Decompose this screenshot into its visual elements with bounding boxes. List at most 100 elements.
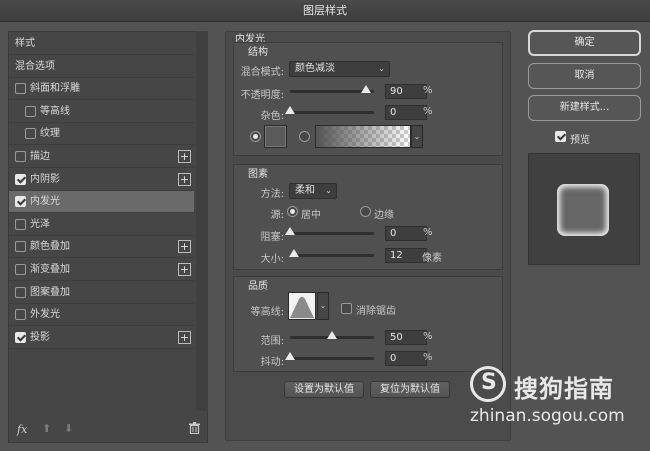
jitter-label: 抖动: [260, 357, 284, 368]
style-list-item[interactable]: 光泽 [9, 214, 194, 236]
move-down-icon[interactable]: ⬇ [64, 422, 73, 435]
technique-value: 柔和 [295, 185, 315, 196]
opacity-label: 不透明度: [240, 90, 284, 101]
noise-unit: % [423, 106, 433, 117]
ok-button[interactable]: 确定 [528, 30, 641, 56]
choke-slider-thumb[interactable] [285, 227, 295, 235]
source-center-radio[interactable] [287, 206, 298, 217]
style-list-item[interactable]: 图案叠加 [9, 282, 194, 304]
range-unit: % [423, 331, 433, 342]
watermark-url: zhinan.sogou.com [470, 406, 625, 426]
gradient-chevron-icon[interactable]: ⌄ [411, 125, 423, 148]
size-slider[interactable] [290, 254, 374, 257]
move-up-icon[interactable]: ⬆ [42, 422, 51, 435]
opacity-unit: % [423, 85, 433, 96]
style-list-item[interactable]: 外发光 [9, 304, 194, 327]
style-list-label: 内发光 [30, 196, 60, 208]
watermark: S 搜狗指南 zhinan.sogou.com [470, 366, 650, 436]
solid-color-radio[interactable] [250, 131, 261, 142]
style-list-item[interactable]: 投影 + [9, 327, 194, 349]
jitter-input[interactable]: 0 [385, 351, 427, 366]
styles-list: 样式混合选项斜面和浮雕 等高线纹理描边 + 内阴影 + 内发光光泽颜色叠加 + 渐变叠加 + 图案… [8, 31, 208, 443]
sogou-logo-icon: S [470, 366, 506, 402]
style-list-label: 渐变叠加 [30, 264, 70, 275]
structure-header: 结构 [248, 47, 268, 58]
add-style-plus-icon[interactable]: + [178, 150, 191, 163]
new-style-button[interactable]: 新建样式... [528, 95, 641, 121]
style-list-label: 投影 [30, 331, 50, 343]
size-slider-thumb[interactable] [289, 249, 300, 257]
glow-color-swatch[interactable] [264, 125, 287, 148]
style-list-item[interactable]: 等高线 [9, 101, 194, 123]
size-unit: 像素 [422, 253, 442, 264]
style-checkbox[interactable] [15, 286, 26, 298]
chevron-down-icon: ⌄ [378, 64, 385, 73]
style-checkbox[interactable] [15, 331, 26, 343]
style-list-label: 光泽 [30, 218, 50, 230]
glow-gradient-picker[interactable] [315, 125, 411, 148]
style-checkbox[interactable] [25, 128, 36, 140]
add-style-plus-icon[interactable]: + [178, 330, 191, 344]
style-checkbox[interactable] [25, 105, 36, 117]
range-input[interactable]: 50 [385, 330, 427, 345]
opacity-slider-thumb[interactable] [360, 85, 371, 93]
style-list-item[interactable]: 纹理 [9, 123, 194, 146]
noise-slider[interactable] [290, 111, 374, 114]
reset-default-button[interactable]: 复位为默认值 [370, 381, 450, 398]
style-list-item[interactable]: 样式 [9, 33, 194, 55]
style-list-item[interactable]: 混合选项 [9, 56, 194, 78]
add-style-plus-icon[interactable]: + [178, 263, 191, 276]
add-style-plus-icon[interactable]: + [178, 240, 191, 254]
style-list-label: 内阴影 [30, 173, 60, 185]
blend-mode-select[interactable]: 颜色减淡 ⌄ [289, 61, 390, 77]
style-checkbox[interactable] [15, 173, 26, 185]
contour-preview-icon[interactable] [288, 292, 316, 320]
make-default-button[interactable]: 设置为默认值 [284, 381, 364, 398]
trash-icon[interactable] [189, 422, 200, 434]
range-label: 范围: [260, 336, 284, 347]
list-bottom-bar: fx ⬆ ⬇ [8, 418, 208, 443]
source-edge-radio[interactable] [360, 206, 371, 217]
style-checkbox[interactable] [15, 264, 26, 275]
style-list-item[interactable]: 描边 + [9, 146, 194, 168]
jitter-unit: % [423, 352, 433, 363]
style-checkbox[interactable] [15, 196, 26, 208]
noise-input[interactable]: 0 [385, 105, 427, 120]
cancel-button[interactable]: 取消 [528, 63, 641, 89]
choke-label: 阻塞: [260, 232, 284, 243]
quality-header: 品质 [248, 281, 268, 292]
choke-slider[interactable] [290, 232, 374, 235]
style-checkbox[interactable] [15, 241, 26, 253]
style-list-label: 纹理 [40, 128, 60, 140]
noise-slider-thumb[interactable] [285, 106, 295, 114]
antialias-checkbox[interactable] [341, 303, 352, 314]
style-checkbox[interactable] [15, 151, 26, 162]
style-list-item[interactable]: 内阴影 + [9, 169, 194, 191]
style-list-item[interactable]: 渐变叠加 + [9, 259, 194, 281]
style-list-item[interactable]: 斜面和浮雕 [9, 78, 194, 101]
jitter-slider-thumb[interactable] [285, 352, 295, 360]
opacity-input[interactable]: 90 [385, 84, 427, 99]
range-slider-thumb[interactable] [327, 331, 337, 339]
contour-label: 等高线: [250, 307, 284, 318]
style-list-label: 混合选项 [15, 60, 55, 72]
gradient-radio[interactable] [299, 131, 310, 142]
size-label: 大小: [260, 254, 284, 265]
style-checkbox[interactable] [15, 83, 26, 95]
size-input[interactable]: 12 [385, 248, 427, 263]
jitter-slider[interactable] [290, 357, 374, 360]
list-scrollbar[interactable] [196, 31, 208, 411]
technique-select[interactable]: 柔和 ⌄ [289, 183, 337, 199]
style-list-label: 颜色叠加 [30, 241, 70, 253]
add-style-plus-icon[interactable]: + [178, 172, 191, 186]
contour-chevron-icon[interactable]: ⌄ [317, 292, 329, 320]
choke-input[interactable]: 0 [385, 226, 427, 241]
style-checkbox[interactable] [15, 218, 26, 230]
style-checkbox[interactable] [15, 309, 26, 321]
fx-button[interactable]: fx [17, 423, 27, 436]
blend-mode-value: 颜色减淡 [295, 63, 335, 74]
style-list-item[interactable]: 颜色叠加 + [9, 236, 194, 259]
style-list-item[interactable]: 内发光 [9, 191, 194, 214]
preview-checkbox[interactable] [555, 131, 566, 142]
watermark-brand: 搜狗指南 [514, 375, 614, 403]
